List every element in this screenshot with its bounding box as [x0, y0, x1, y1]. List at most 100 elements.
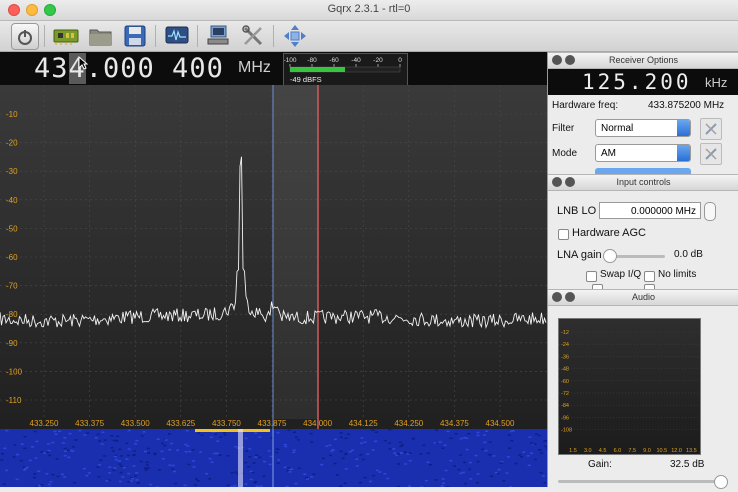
waterfall-speckle: [542, 475, 545, 477]
offset-frequency-display[interactable]: 125.200 kHz: [548, 69, 738, 95]
waterfall-speckle: [104, 439, 107, 441]
waterfall-speckle: [125, 443, 128, 445]
waterfall-speckle: [186, 430, 189, 432]
waterfall-speckle: [99, 460, 102, 462]
open-file-button[interactable]: [88, 23, 114, 49]
waterfall-speckle: [248, 456, 251, 458]
close-dock-icon[interactable]: [552, 55, 562, 65]
save-settings-button[interactable]: [122, 23, 148, 49]
waterfall-speckle: [534, 459, 537, 461]
waterfall-speckle: [477, 432, 480, 434]
lna-gain-slider-handle[interactable]: [603, 249, 617, 263]
float-dock-icon[interactable]: [565, 177, 575, 187]
device-settings-button[interactable]: [53, 23, 79, 49]
lnb-lo-label: LNB LO: [557, 205, 596, 217]
waterfall-speckle: [201, 434, 204, 436]
audio-y-tick-label: -12: [561, 330, 569, 336]
waterfall-speckle: [475, 455, 478, 457]
waterfall-speckle: [362, 459, 365, 461]
fft-plot[interactable]: -10-20-30-40-50-60-70-80-90-100-110433.2…: [0, 85, 547, 429]
remote-control-button[interactable]: [205, 23, 231, 49]
waterfall-speckle: [43, 452, 46, 454]
tools-icon: [242, 25, 264, 47]
waterfall-speckle: [397, 463, 400, 465]
close-dock-icon[interactable]: [552, 292, 562, 302]
frequency-digits[interactable]: 434.000 400: [34, 53, 224, 84]
waterfall-speckle: [69, 433, 72, 435]
waterfall-speckle: [161, 443, 164, 445]
waterfall-speckle: [372, 475, 375, 477]
frequency-digits-leading[interactable]: 43: [34, 53, 69, 84]
waterfall-speckle: [477, 461, 480, 463]
waterfall-speckle: [360, 454, 363, 456]
no-limits-checkbox[interactable]: [644, 271, 655, 282]
meter-tick-label: -60: [329, 57, 339, 64]
hardware-agc-checkbox[interactable]: [558, 229, 569, 240]
waterfall-speckle: [442, 483, 445, 485]
waterfall-speckle: [268, 450, 271, 452]
fullscreen-button[interactable]: [282, 23, 308, 49]
waterfall-speckle: [244, 483, 247, 485]
frequency-digits-trailing[interactable]: .000 400: [86, 53, 224, 84]
waterfall-display[interactable]: [0, 429, 547, 487]
waterfall-speckle: [134, 475, 137, 477]
waterfall-speckle: [303, 473, 306, 475]
waterfall-speckle: [135, 472, 138, 474]
waterfall-speckle: [23, 466, 26, 468]
waterfall-speckle: [322, 458, 325, 460]
waterfall-speckle: [369, 481, 372, 483]
lnb-lo-stepper[interactable]: [704, 202, 716, 221]
filter-passband[interactable]: [273, 85, 318, 419]
oscilloscope-icon: [165, 26, 189, 46]
waterfall-speckle: [258, 457, 261, 459]
tools-button[interactable]: [240, 23, 266, 49]
waterfall-speckle: [21, 443, 24, 445]
filter-select[interactable]: Normal: [595, 119, 691, 137]
offset-unit: kHz: [705, 75, 727, 90]
waterfall-speckle: [244, 462, 247, 464]
audio-fft-plot[interactable]: -12-24-36-48-60-72-84-96-1081.53.04.56.0…: [558, 318, 701, 455]
spectrum-graph[interactable]: -10-20-30-40-50-60-70-80-90-100-110433.2…: [0, 85, 547, 429]
waterfall-speckle: [254, 432, 257, 434]
waterfall-speckle: [284, 467, 287, 469]
float-dock-icon[interactable]: [565, 292, 575, 302]
swap-iq-checkbox[interactable]: [586, 271, 597, 282]
offset-digits[interactable]: 125.200: [582, 70, 692, 94]
y-tick-label: -80: [6, 310, 18, 319]
waterfall-speckle: [133, 450, 136, 452]
waterfall-speckle: [543, 482, 546, 484]
waterfall-speckle: [510, 440, 513, 442]
waterfall-speckle: [269, 456, 272, 458]
waterfall-speckle: [195, 478, 198, 480]
waterfall-speckle: [293, 449, 296, 451]
waterfall[interactable]: [0, 429, 547, 487]
waterfall-speckle: [306, 478, 309, 480]
y-tick-label: -40: [6, 196, 18, 205]
close-dock-icon[interactable]: [552, 177, 562, 187]
mode-select[interactable]: AM: [595, 144, 691, 162]
lnb-lo-input[interactable]: 0.000000 MHz: [599, 202, 701, 219]
waterfall-speckle: [83, 434, 86, 436]
waterfall-speckle: [47, 443, 50, 445]
waterfall-speckle: [528, 465, 531, 467]
waterfall-speckle: [258, 436, 261, 438]
waterfall-speckle: [147, 467, 150, 469]
waterfall-speckle: [255, 455, 258, 457]
audio-gain-value: 32.5 dB: [670, 459, 704, 470]
y-tick-label: -110: [6, 396, 22, 405]
waterfall-speckle: [334, 439, 337, 441]
filter-options-button[interactable]: [700, 118, 722, 140]
waterfall-speckle: [344, 454, 347, 456]
fft-view-button[interactable]: [164, 23, 190, 49]
waterfall-speckle: [371, 429, 374, 431]
power-button[interactable]: [11, 23, 39, 50]
float-dock-icon[interactable]: [565, 55, 575, 65]
waterfall-speckle: [429, 464, 432, 466]
waterfall-speckle: [464, 483, 467, 485]
audio-gain-slider-track[interactable]: [558, 480, 728, 483]
waterfall-speckle: [446, 431, 449, 433]
waterfall-speckle: [149, 484, 152, 486]
mode-options-button[interactable]: [700, 143, 722, 165]
waterfall-speckle: [295, 437, 298, 439]
audio-y-tick-label: -60: [561, 379, 569, 385]
